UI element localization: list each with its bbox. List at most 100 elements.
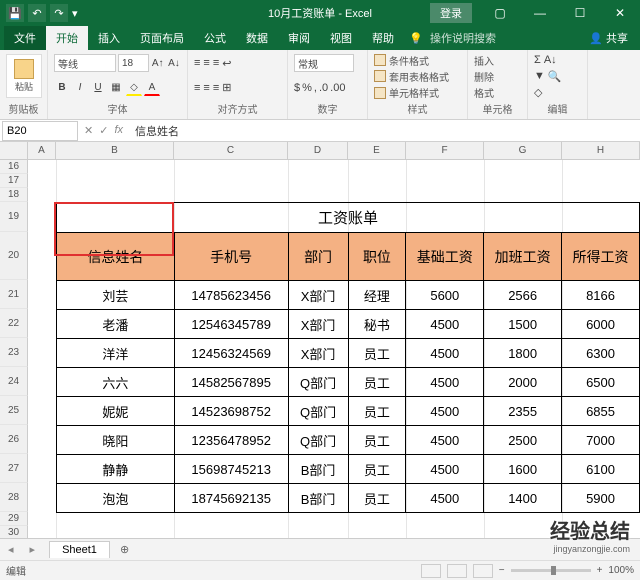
decrease-font-icon[interactable]: A↓ [167, 55, 181, 71]
tab-view[interactable]: 视图 [320, 26, 362, 50]
format-table-button[interactable]: 套用表格格式 [374, 68, 461, 84]
normal-view-icon[interactable] [421, 564, 441, 578]
ribbon-options-icon[interactable]: ▢ [480, 0, 520, 26]
row-header[interactable]: 26 [0, 425, 28, 454]
table-cell[interactable]: B部门 [288, 484, 348, 513]
row-header[interactable]: 20 [0, 232, 28, 280]
sheet-nav-next-icon[interactable]: ▸ [22, 543, 44, 556]
table-cell[interactable]: 14785623456 [174, 281, 288, 310]
table-cell[interactable]: Q部门 [288, 368, 348, 397]
number-format-select[interactable]: 常规 [294, 54, 354, 72]
row-header[interactable]: 22 [0, 309, 28, 338]
table-cell[interactable]: 员工 [348, 368, 406, 397]
table-cell[interactable]: 秘书 [348, 310, 406, 339]
table-header[interactable]: 加班工资 [484, 233, 562, 281]
table-cell[interactable]: 5900 [562, 484, 640, 513]
col-header[interactable]: E [348, 142, 406, 159]
table-cell[interactable]: 4500 [406, 455, 484, 484]
comma-icon[interactable]: , [314, 82, 317, 94]
table-cell[interactable]: 刘芸 [57, 281, 175, 310]
save-icon[interactable]: 💾 [6, 4, 24, 22]
table-cell[interactable]: Q部门 [288, 426, 348, 455]
tab-review[interactable]: 审阅 [278, 26, 320, 50]
table-header[interactable]: 部门 [288, 233, 348, 281]
format-cells-button[interactable]: 格式 [474, 85, 521, 101]
col-header[interactable]: B [56, 142, 174, 159]
table-cell[interactable]: 12546345789 [174, 310, 288, 339]
increase-font-icon[interactable]: A↑ [151, 55, 165, 71]
table-cell[interactable]: 4500 [406, 484, 484, 513]
row-header[interactable]: 27 [0, 454, 28, 483]
col-header[interactable]: C [174, 142, 288, 159]
clear-icon[interactable]: ◇ [534, 86, 542, 99]
close-button[interactable]: ✕ [600, 0, 640, 26]
find-icon[interactable]: 🔍 [548, 70, 562, 83]
table-cell[interactable]: X部门 [288, 339, 348, 368]
tell-me-icon[interactable]: 💡 [408, 32, 424, 45]
table-header[interactable]: 职位 [348, 233, 406, 281]
new-sheet-button[interactable]: ⊕ [110, 543, 139, 556]
table-cell[interactable]: 2355 [484, 397, 562, 426]
table-cell[interactable]: 5600 [406, 281, 484, 310]
row-header[interactable]: 19 [0, 202, 28, 232]
table-cell[interactable]: 六六 [57, 368, 175, 397]
fill-icon[interactable]: ▼ [534, 70, 545, 82]
select-all-corner[interactable] [0, 142, 28, 159]
col-header[interactable]: A [28, 142, 56, 159]
font-name-select[interactable]: 等线 [54, 54, 116, 72]
table-header[interactable]: 手机号 [174, 233, 288, 281]
table-header[interactable]: 基础工资 [406, 233, 484, 281]
font-color-button[interactable]: A [144, 80, 160, 96]
row-header[interactable]: 17 [0, 174, 28, 188]
tab-help[interactable]: 帮助 [362, 26, 404, 50]
table-cell[interactable]: 12456324569 [174, 339, 288, 368]
increase-decimal-icon[interactable]: .0 [319, 82, 328, 94]
font-size-select[interactable]: 18 [118, 54, 149, 72]
enter-icon[interactable]: ✓ [99, 124, 108, 137]
sheet-tab[interactable]: Sheet1 [49, 541, 110, 558]
table-cell[interactable]: 员工 [348, 397, 406, 426]
page-break-view-icon[interactable] [473, 564, 493, 578]
table-cell[interactable]: 7000 [562, 426, 640, 455]
table-cell[interactable]: 8166 [562, 281, 640, 310]
underline-button[interactable]: U [90, 80, 106, 96]
table-cell[interactable]: 1500 [484, 310, 562, 339]
italic-button[interactable]: I [72, 80, 88, 96]
zoom-in-icon[interactable]: + [597, 565, 603, 576]
border-button[interactable]: ▦ [108, 80, 124, 96]
formula-bar[interactable]: 信息姓名 [129, 123, 640, 139]
table-cell[interactable]: 2500 [484, 426, 562, 455]
wrap-text-icon[interactable]: ↩ [222, 57, 231, 70]
align-left-icon[interactable]: ≡ [194, 82, 200, 94]
row-header[interactable]: 23 [0, 338, 28, 367]
table-cell[interactable]: 15698745213 [174, 455, 288, 484]
decrease-decimal-icon[interactable]: .00 [330, 82, 345, 94]
qat-more-icon[interactable]: ▾ [72, 7, 78, 20]
minimize-button[interactable]: — [520, 0, 560, 26]
sheet-nav-prev-icon[interactable]: ◂ [0, 543, 22, 556]
cell-styles-button[interactable]: 单元格样式 [374, 85, 461, 101]
table-cell[interactable]: 泡泡 [57, 484, 175, 513]
row-header[interactable]: 21 [0, 280, 28, 309]
row-header[interactable]: 25 [0, 396, 28, 425]
row-header[interactable]: 24 [0, 367, 28, 396]
table-cell[interactable]: 静静 [57, 455, 175, 484]
zoom-level[interactable]: 100% [608, 565, 634, 576]
delete-cells-button[interactable]: 删除 [474, 68, 521, 84]
fill-color-button[interactable]: ◇ [126, 80, 142, 96]
redo-icon[interactable]: ↷ [50, 4, 68, 22]
table-cell[interactable]: 经理 [348, 281, 406, 310]
table-header[interactable]: 信息姓名 [57, 233, 175, 281]
conditional-format-button[interactable]: 条件格式 [374, 52, 461, 68]
align-right-icon[interactable]: ≡ [213, 82, 219, 94]
zoom-out-icon[interactable]: − [499, 565, 505, 576]
table-cell[interactable]: 4500 [406, 310, 484, 339]
align-bottom-icon[interactable]: ≡ [213, 57, 219, 69]
row-header[interactable]: 28 [0, 483, 28, 512]
table-cell[interactable]: 4500 [406, 339, 484, 368]
row-header[interactable]: 16 [0, 160, 28, 174]
table-cell[interactable]: 1400 [484, 484, 562, 513]
table-cell[interactable]: B部门 [288, 455, 348, 484]
table-cell[interactable]: 员工 [348, 426, 406, 455]
col-header[interactable]: F [406, 142, 484, 159]
